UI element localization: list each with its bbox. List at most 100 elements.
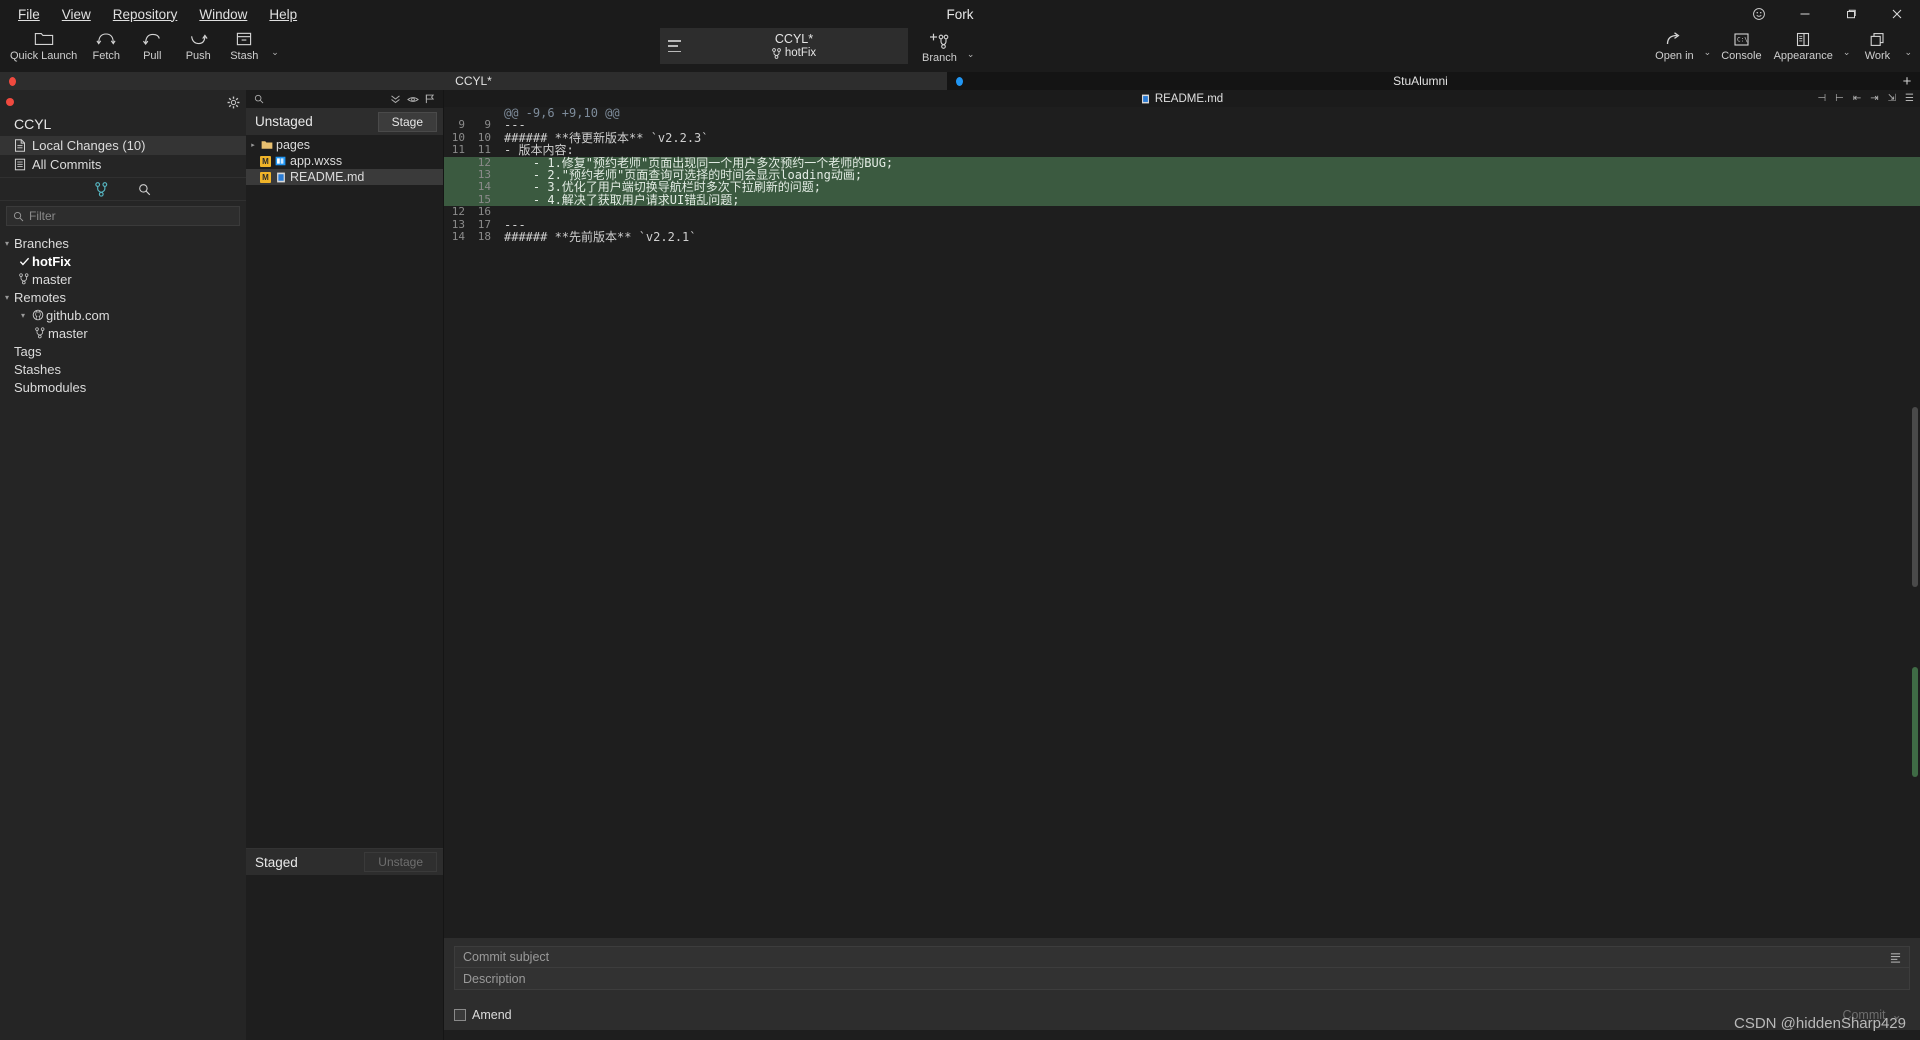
- diff-new-lineno: 11: [477, 143, 491, 157]
- menu-file[interactable]: File: [8, 4, 50, 25]
- tab-ccyl[interactable]: CCYL*: [0, 72, 947, 90]
- console-button[interactable]: C:\ Console: [1715, 28, 1767, 62]
- menu-repository[interactable]: Repository: [103, 4, 188, 25]
- workspace-button[interactable]: Work: [1854, 28, 1900, 62]
- collapse-icon[interactable]: ⇤: [1853, 93, 1861, 104]
- unstaged-file-list: ▸ pages M app.wxss M README.md: [246, 135, 443, 848]
- chevron-right-icon[interactable]: ▸: [246, 141, 260, 149]
- commit-button[interactable]: Commit ⌄: [1834, 1005, 1910, 1024]
- tree-group-tags[interactable]: Tags: [0, 342, 246, 360]
- minimize-button[interactable]: [1782, 0, 1828, 28]
- markdown-icon: [274, 172, 287, 183]
- stash-caret-icon[interactable]: ⌄: [267, 47, 283, 58]
- sidebar-item-local-changes[interactable]: Local Changes (10): [0, 136, 246, 155]
- branch-icon[interactable]: [95, 181, 108, 197]
- stash-icon: [235, 29, 253, 49]
- stash-button[interactable]: Stash: [221, 28, 267, 62]
- tab-stualumni[interactable]: StuAlumni: [947, 72, 1894, 90]
- repository-selector-text: CCYL* hotFix: [688, 32, 900, 60]
- diff-minimap-marker[interactable]: [1912, 667, 1918, 777]
- smiley-icon[interactable]: [1736, 0, 1782, 28]
- menu-help[interactable]: Help: [259, 4, 307, 25]
- open-in-label: Open in: [1655, 50, 1694, 62]
- split-left-icon[interactable]: ⊣: [1817, 93, 1826, 104]
- wrap-icon[interactable]: ⇲: [1888, 93, 1896, 104]
- hamburger-icon: [668, 40, 682, 52]
- changes-icon: [14, 139, 26, 152]
- unstaged-title: Unstaged: [255, 114, 313, 129]
- new-branch-button[interactable]: Branch: [916, 30, 963, 64]
- fetch-button[interactable]: Fetch: [83, 28, 129, 62]
- flag-icon[interactable]: [425, 94, 435, 104]
- commit-subject-input[interactable]: [463, 946, 1890, 968]
- diff-scrollbar-thumb[interactable]: [1912, 407, 1918, 587]
- quick-launch-button[interactable]: Quick Launch: [4, 28, 83, 62]
- menu-window[interactable]: Window: [189, 4, 257, 25]
- workspace-caret-icon[interactable]: ⌄: [1900, 47, 1916, 58]
- search-icon[interactable]: [254, 94, 264, 104]
- filter-input[interactable]: [29, 209, 233, 223]
- tree-group-branches[interactable]: ▾ Branches: [0, 234, 246, 252]
- list-item-folder[interactable]: ▸ pages: [246, 137, 443, 153]
- unstage-button[interactable]: Unstage: [364, 852, 437, 872]
- changes-search-bar[interactable]: [246, 90, 443, 108]
- amend-checkbox-row[interactable]: Amend: [454, 1008, 512, 1022]
- menu-view[interactable]: View: [52, 4, 101, 25]
- diff-line-text: ---: [504, 118, 526, 133]
- close-button[interactable]: [1874, 0, 1920, 28]
- open-in-caret-icon[interactable]: ⌄: [1700, 47, 1716, 58]
- repository-selector[interactable]: CCYL* hotFix: [660, 28, 908, 64]
- open-in-button[interactable]: Open in: [1649, 28, 1700, 62]
- tree-group-stashes[interactable]: Stashes: [0, 360, 246, 378]
- appearance-label: Appearance: [1773, 50, 1833, 62]
- list-icon[interactable]: [1890, 952, 1901, 963]
- tree-item-branch-hotfix[interactable]: hotFix: [0, 252, 246, 270]
- commit-description-input[interactable]: [463, 967, 1901, 990]
- gear-icon[interactable]: [227, 96, 240, 109]
- appearance-icon: [1795, 29, 1811, 49]
- chevron-down-icon[interactable]: ⌄: [1892, 1007, 1902, 1022]
- check-icon: [16, 256, 32, 267]
- appearance-caret-icon[interactable]: ⌄: [1839, 47, 1855, 58]
- diff-old-lineno: [444, 181, 470, 193]
- fork-app-window: File View Repository Window Help Fork Qu…: [0, 0, 1920, 1040]
- diff-content[interactable]: @@ -9,6 +9,10 @@ 9 9 --- 10 10 ###### **…: [444, 107, 1920, 938]
- list-item-folder-label: pages: [276, 138, 311, 152]
- add-tab-button[interactable]: +: [1894, 72, 1920, 90]
- changes-panel: Unstaged Stage ▸ pages M app.wxss M READ…: [246, 90, 444, 1040]
- folder-icon: [260, 140, 273, 150]
- tree-group-remotes[interactable]: ▾ Remotes: [0, 288, 246, 306]
- tree-item-remote-github[interactable]: ▾ github.com: [0, 306, 246, 324]
- repository-tab-bar: CCYL* StuAlumni +: [0, 72, 1920, 90]
- diff-line-text: [499, 206, 504, 218]
- commit-subject-field[interactable]: [454, 946, 1910, 968]
- appearance-button[interactable]: Appearance: [1768, 28, 1839, 62]
- branch-caret-icon[interactable]: ⌄: [963, 49, 979, 60]
- list-item-app-wxss[interactable]: M app.wxss: [246, 153, 443, 169]
- list-item-readme-md[interactable]: M README.md: [246, 169, 443, 185]
- eye-icon[interactable]: [407, 95, 419, 104]
- pull-button[interactable]: Pull: [129, 28, 175, 62]
- pull-label: Pull: [143, 50, 162, 62]
- markdown-icon: [1141, 94, 1150, 104]
- chevron-down-icon[interactable]: ▾: [0, 239, 14, 248]
- push-button[interactable]: Push: [175, 28, 221, 62]
- tree-group-submodules[interactable]: Submodules: [0, 378, 246, 396]
- search-icon[interactable]: [138, 183, 151, 196]
- list-icon[interactable]: ☰: [1905, 93, 1914, 104]
- maximize-button[interactable]: [1828, 0, 1874, 28]
- expand-icon[interactable]: ⇥: [1870, 93, 1878, 104]
- commit-description-field[interactable]: [454, 967, 1910, 990]
- sidebar-item-all-commits[interactable]: All Commits: [0, 155, 246, 174]
- amend-checkbox[interactable]: [454, 1008, 466, 1021]
- collapse-icon[interactable]: [390, 95, 401, 104]
- chevron-down-icon[interactable]: ▾: [0, 293, 14, 302]
- sidebar-header: [0, 90, 246, 114]
- filter-field[interactable]: [6, 206, 240, 226]
- stage-button[interactable]: Stage: [377, 111, 437, 132]
- tree-item-branch-master[interactable]: master: [0, 270, 246, 288]
- split-right-icon[interactable]: ⊢: [1835, 93, 1844, 104]
- tree-item-remote-branch-master[interactable]: master: [0, 324, 246, 342]
- tree-item-branch-hotfix-label: hotFix: [32, 253, 71, 269]
- chevron-down-icon[interactable]: ▾: [16, 311, 30, 320]
